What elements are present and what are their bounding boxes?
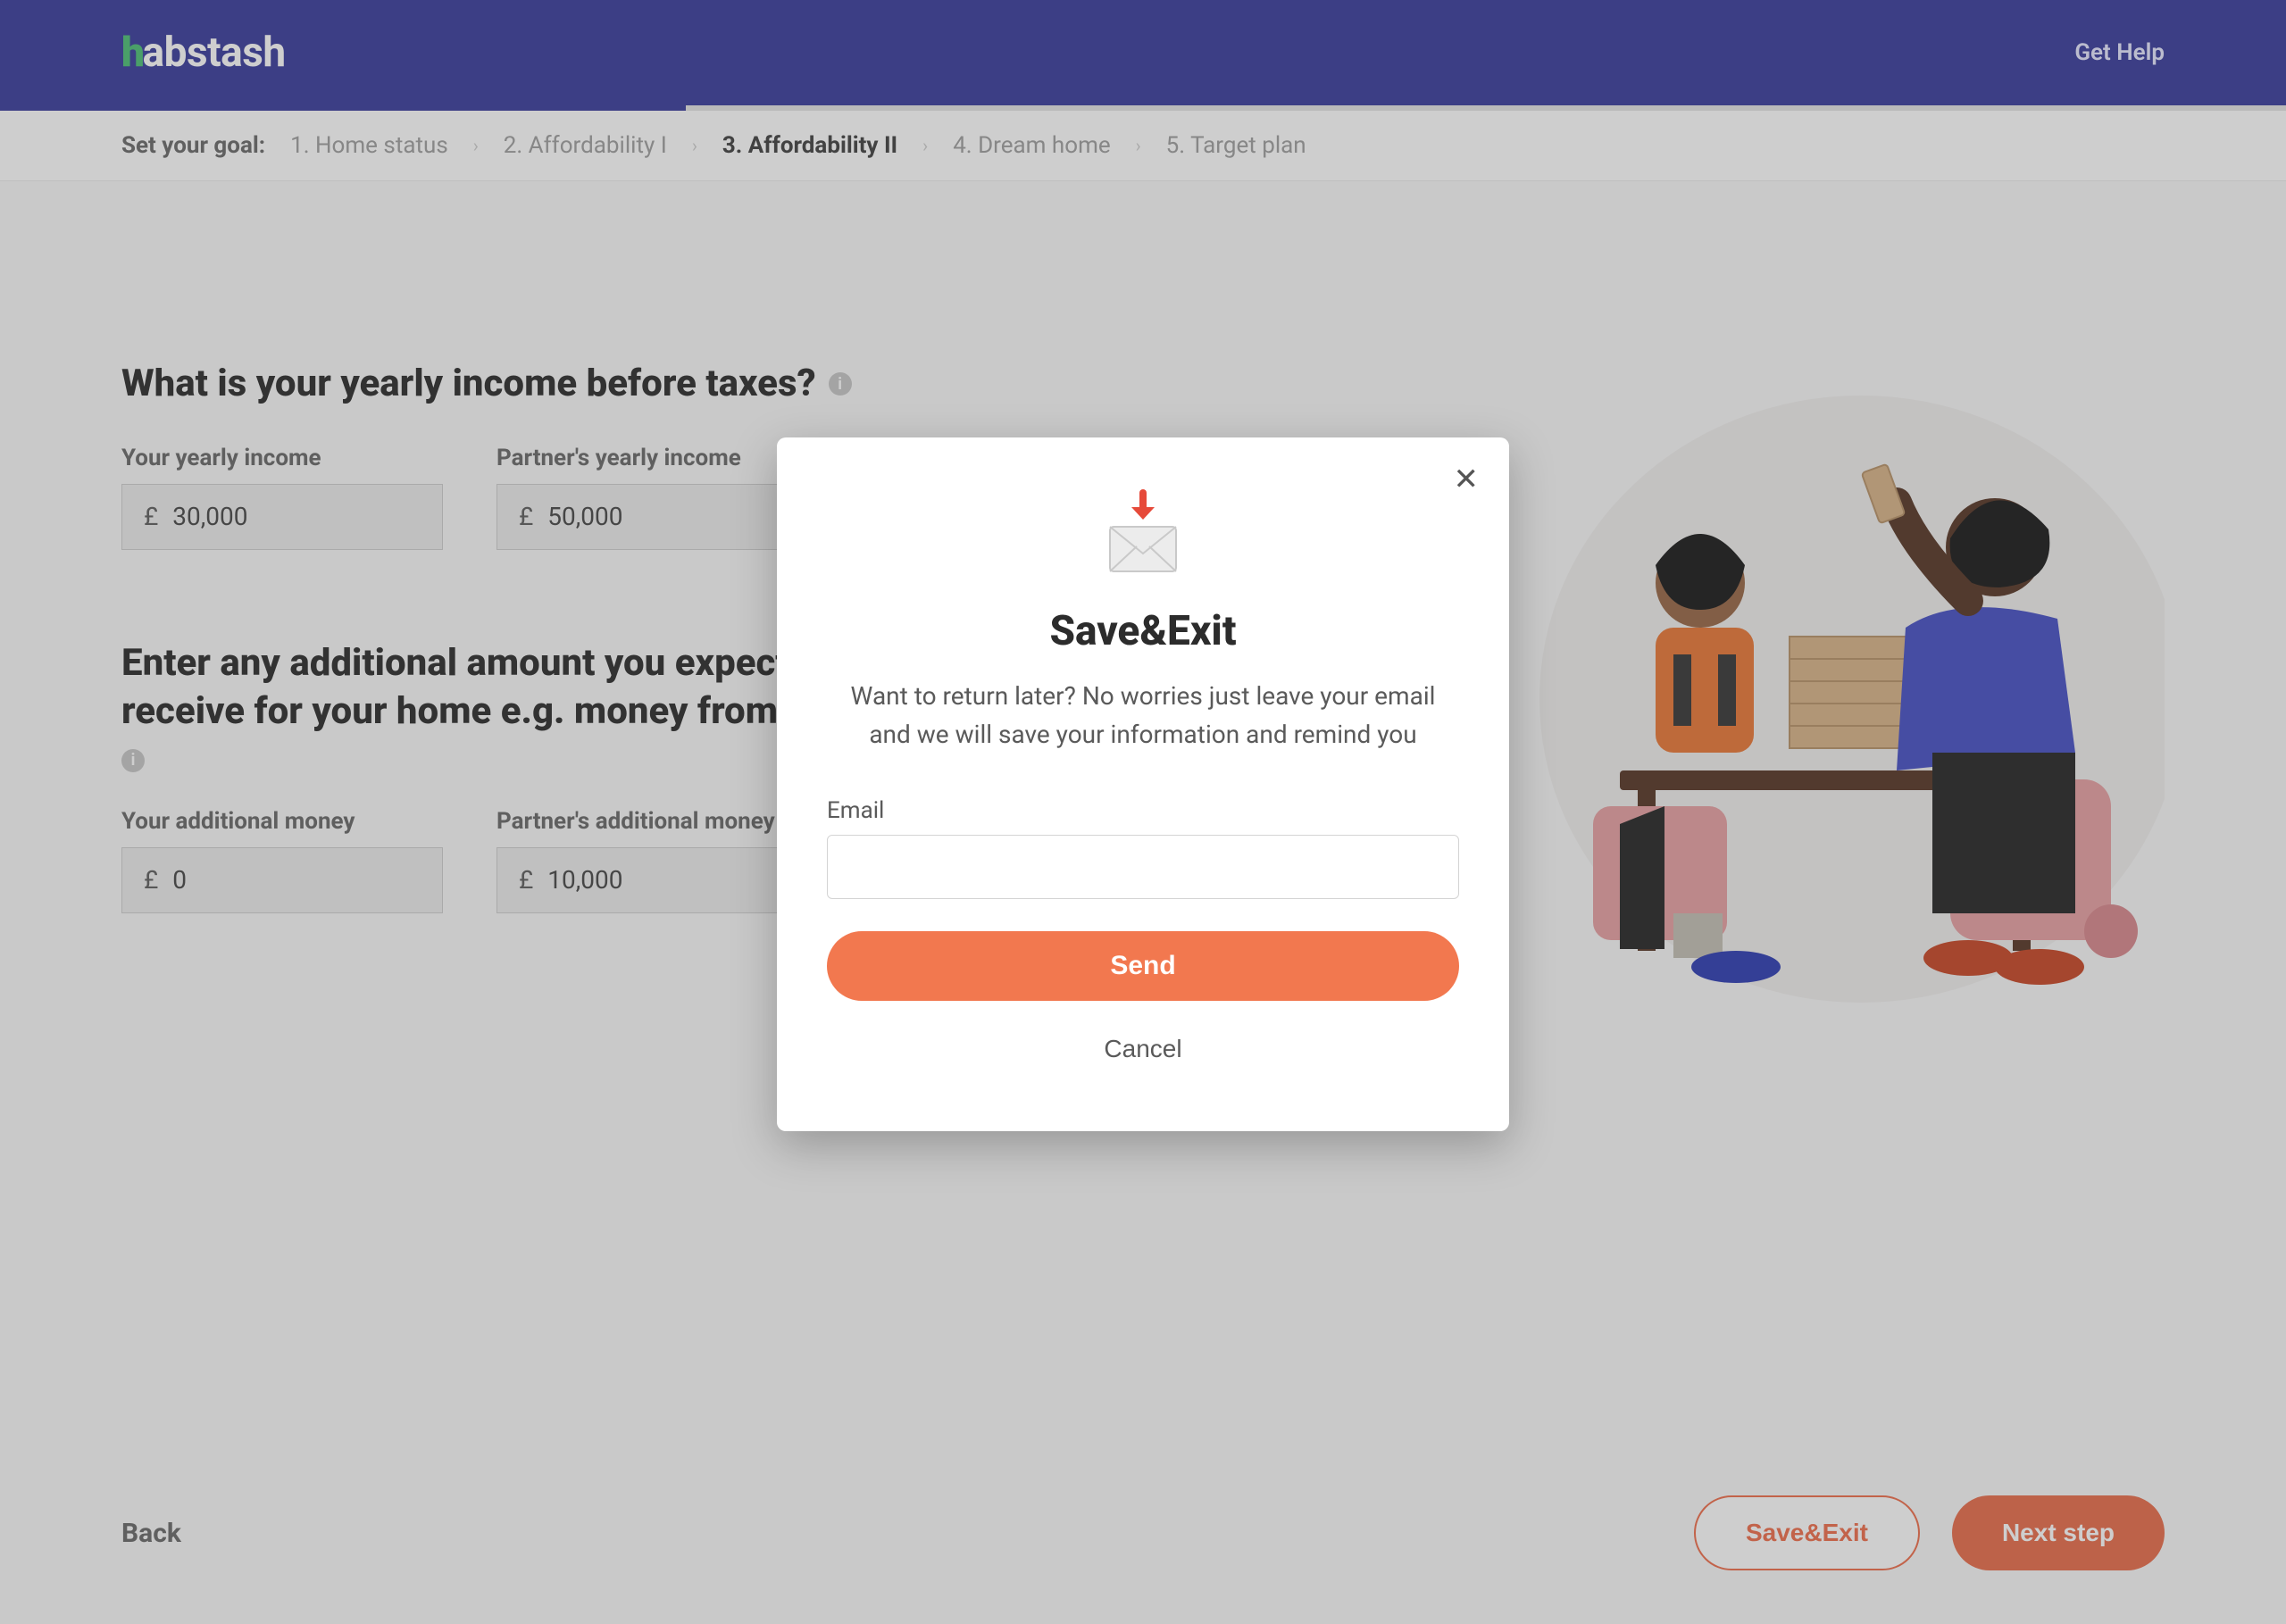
close-icon[interactable]: ✕	[1454, 464, 1480, 495]
modal-title: Save&Exit	[827, 607, 1459, 655]
modal-description: Want to return later? No worries just le…	[839, 677, 1447, 754]
cancel-button[interactable]: Cancel	[827, 1024, 1459, 1074]
save-exit-modal: ✕ Save&Exit Want to return later? No wor…	[777, 437, 1509, 1131]
send-button[interactable]: Send	[827, 931, 1459, 1001]
email-label: Email	[827, 797, 1459, 824]
email-input[interactable]	[827, 835, 1459, 899]
envelope-icon	[827, 487, 1459, 586]
